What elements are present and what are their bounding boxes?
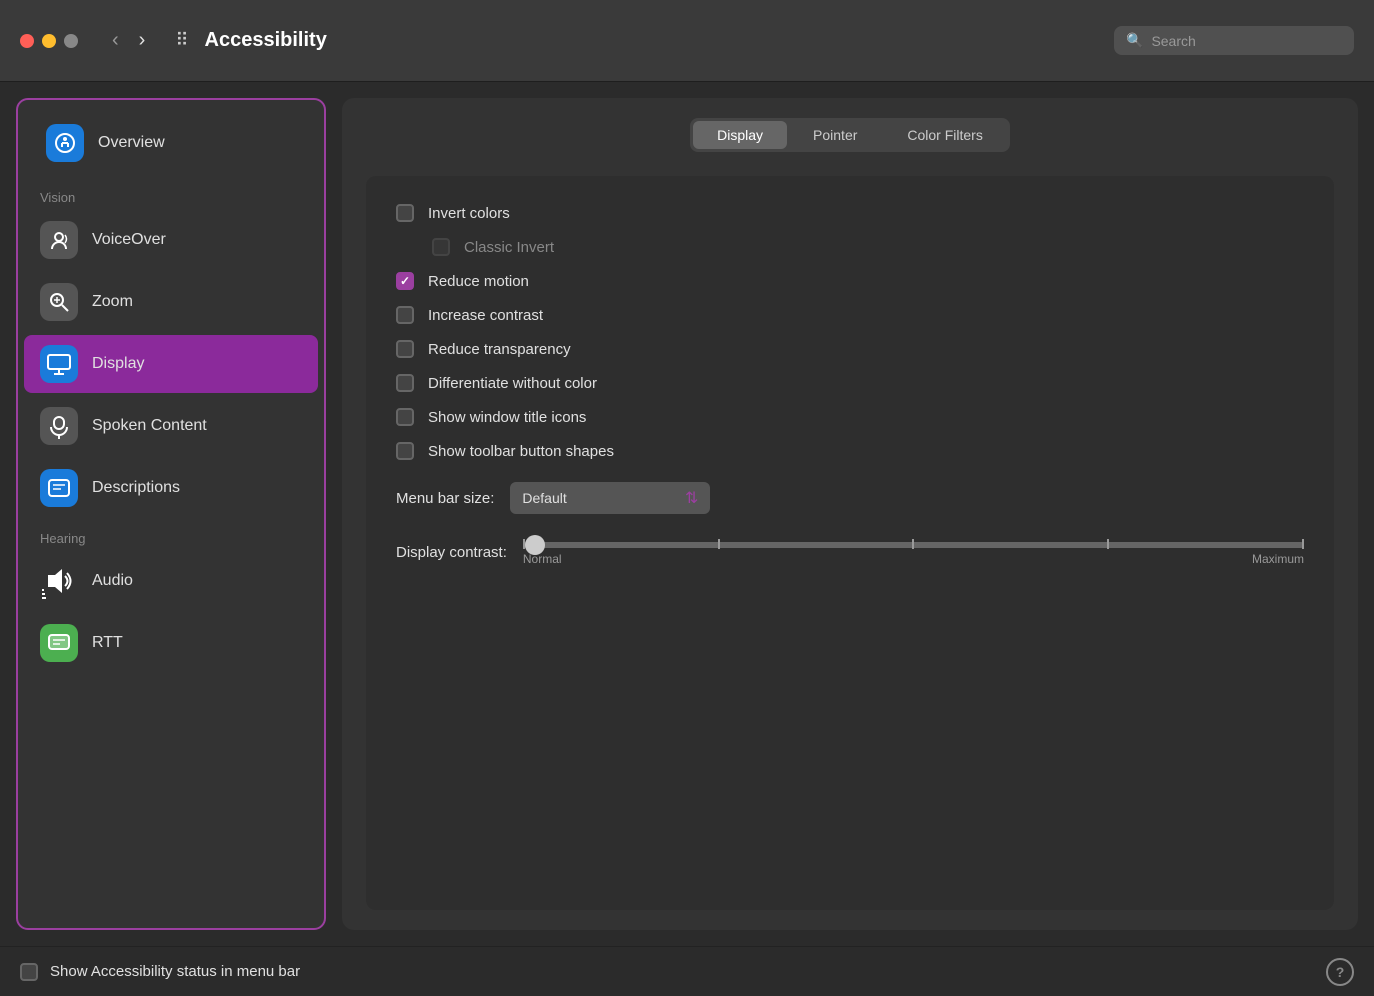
invert-colors-row: Invert colors <box>396 196 1304 230</box>
toolbar-shapes-label: Show toolbar button shapes <box>428 443 614 460</box>
minimize-button[interactable] <box>42 34 56 48</box>
settings-area: Invert colors Classic Invert Reduce moti… <box>366 176 1334 910</box>
help-button[interactable]: ? <box>1326 958 1354 986</box>
sidebar-overview-area: Overview <box>18 100 324 178</box>
vision-section-label: Vision <box>18 178 324 209</box>
tab-pointer[interactable]: Pointer <box>789 121 881 149</box>
classic-invert-checkbox[interactable] <box>432 238 450 256</box>
voiceover-icon <box>40 221 78 259</box>
overview-label: Overview <box>98 134 165 152</box>
contrast-slider-labels: Normal Maximum <box>523 552 1304 566</box>
invert-colors-checkbox[interactable] <box>396 204 414 222</box>
accessibility-status-label: Show Accessibility status in menu bar <box>50 963 300 980</box>
close-button[interactable] <box>20 34 34 48</box>
increase-contrast-label: Increase contrast <box>428 307 543 324</box>
main-content: Overview Vision VoiceOver <box>0 82 1374 946</box>
select-arrows-icon: ⇅ <box>685 488 698 508</box>
zoom-label: Zoom <box>92 293 133 311</box>
tab-color-filters[interactable]: Color Filters <box>883 121 1006 149</box>
audio-icon <box>40 562 78 600</box>
titlebar: ‹ › ⠿ Accessibility 🔍 <box>0 0 1374 82</box>
sidebar: Overview Vision VoiceOver <box>16 98 326 930</box>
differentiate-checkbox[interactable] <box>396 374 414 392</box>
tab-group: Display Pointer Color Filters <box>690 118 1010 152</box>
sidebar-item-rtt[interactable]: RTT <box>24 614 318 672</box>
show-toolbar-shapes-row: Show toolbar button shapes <box>396 434 1304 468</box>
search-input[interactable] <box>1151 33 1342 49</box>
grid-icon[interactable]: ⠿ <box>175 30 188 51</box>
spoken-label: Spoken Content <box>92 417 207 435</box>
increase-contrast-checkbox[interactable] <box>396 306 414 324</box>
sidebar-item-zoom[interactable]: Zoom <box>24 273 318 331</box>
forward-button[interactable]: › <box>133 25 152 56</box>
differentiate-label: Differentiate without color <box>428 375 597 392</box>
right-panel: Display Pointer Color Filters Invert col… <box>342 98 1358 930</box>
search-box[interactable]: 🔍 <box>1114 26 1354 55</box>
invert-colors-label: Invert colors <box>428 205 510 222</box>
contrast-max-label: Maximum <box>1252 552 1304 566</box>
window-title-icons-label: Show window title icons <box>428 409 586 426</box>
increase-contrast-row: Increase contrast <box>396 298 1304 332</box>
reduce-transparency-label: Reduce transparency <box>428 341 571 358</box>
voiceover-label: VoiceOver <box>92 231 166 249</box>
toolbar-shapes-checkbox[interactable] <box>396 442 414 460</box>
bottom-checkbox-row: Show Accessibility status in menu bar <box>20 963 300 981</box>
sidebar-item-descriptions[interactable]: Descriptions <box>24 459 318 517</box>
sidebar-item-voiceover[interactable]: VoiceOver <box>24 211 318 269</box>
reduce-motion-checkbox[interactable] <box>396 272 414 290</box>
tabs: Display Pointer Color Filters <box>366 118 1334 152</box>
differentiate-without-color-row: Differentiate without color <box>396 366 1304 400</box>
contrast-slider-track <box>523 542 1304 548</box>
window-title-icons-checkbox[interactable] <box>396 408 414 426</box>
sidebar-item-audio[interactable]: Audio <box>24 552 318 610</box>
reduce-motion-label: Reduce motion <box>428 273 529 290</box>
rtt-label: RTT <box>92 634 123 652</box>
sidebar-item-overview[interactable]: Overview <box>30 114 312 172</box>
zoom-icon <box>40 283 78 321</box>
back-button[interactable]: ‹ <box>106 25 125 56</box>
window-title: Accessibility <box>205 29 1098 52</box>
rtt-icon <box>40 624 78 662</box>
hearing-section-label: Hearing <box>18 519 324 550</box>
traffic-lights <box>20 34 78 48</box>
sidebar-item-display[interactable]: Display <box>24 335 318 393</box>
sidebar-item-spoken[interactable]: Spoken Content <box>24 397 318 455</box>
reduce-motion-row: Reduce motion <box>396 264 1304 298</box>
accessibility-status-checkbox[interactable] <box>20 963 38 981</box>
audio-label: Audio <box>92 572 133 590</box>
nav-arrows: ‹ › <box>106 25 151 56</box>
classic-invert-label: Classic Invert <box>464 239 554 256</box>
descriptions-icon <box>40 469 78 507</box>
display-icon <box>40 345 78 383</box>
contrast-min-label: Normal <box>523 552 562 566</box>
maximize-button[interactable] <box>64 34 78 48</box>
display-contrast-row: Display contrast: N <box>396 528 1304 576</box>
overview-icon <box>46 124 84 162</box>
menu-bar-size-row: Menu bar size: Default ⇅ <box>396 468 1304 528</box>
contrast-slider-container: Normal Maximum <box>523 538 1304 566</box>
bottom-bar: Show Accessibility status in menu bar ? <box>0 946 1374 996</box>
menu-bar-size-select[interactable]: Default ⇅ <box>510 482 710 514</box>
spoken-icon <box>40 407 78 445</box>
reduce-transparency-row: Reduce transparency <box>396 332 1304 366</box>
classic-invert-row: Classic Invert <box>396 230 1304 264</box>
display-label: Display <box>92 355 144 373</box>
show-window-title-row: Show window title icons <box>396 400 1304 434</box>
reduce-transparency-checkbox[interactable] <box>396 340 414 358</box>
search-icon: 🔍 <box>1126 32 1143 49</box>
menu-bar-size-value: Default <box>522 490 566 506</box>
tab-display[interactable]: Display <box>693 121 787 149</box>
display-contrast-label: Display contrast: <box>396 544 507 561</box>
menu-bar-size-label: Menu bar size: <box>396 490 494 507</box>
descriptions-label: Descriptions <box>92 479 180 497</box>
